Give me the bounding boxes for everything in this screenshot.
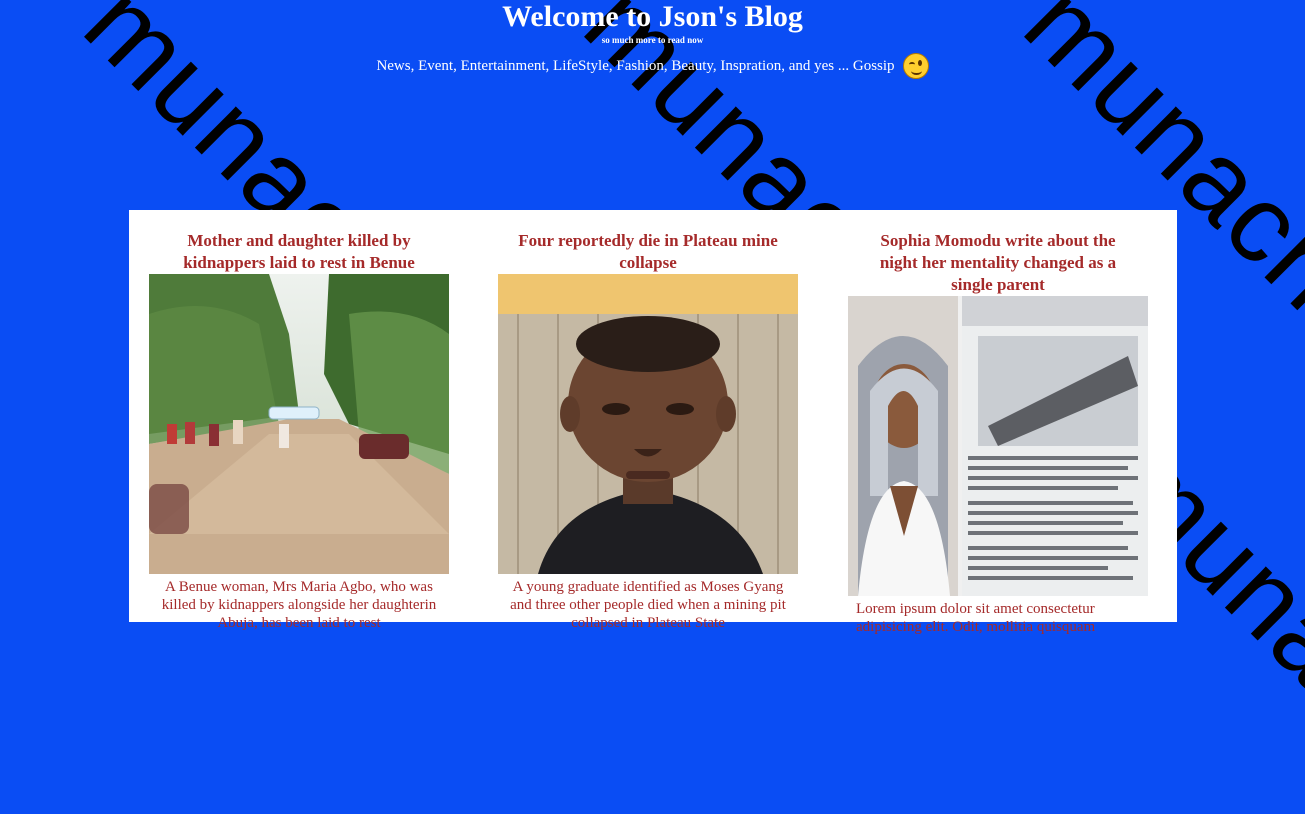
post-image-road[interactable]: [149, 274, 449, 574]
winking-face-icon: [902, 53, 929, 79]
post-title[interactable]: Mother and daughter killed by kidnappers…: [164, 230, 434, 274]
post-title[interactable]: Four reportedly die in Plateau mine coll…: [518, 230, 778, 274]
post-image-collage[interactable]: [848, 296, 1148, 596]
post-title[interactable]: Sophia Momodu write about the night her …: [863, 230, 1133, 296]
post-card[interactable]: Four reportedly die in Plateau mine coll…: [498, 230, 798, 632]
categories-text: News, Event, Entertainment, LifeStyle, F…: [376, 58, 895, 74]
posts-container: Mother and daughter killed by kidnappers…: [129, 210, 1177, 635]
post-image-portrait[interactable]: [498, 274, 798, 574]
post-excerpt: Lorem ipsum dolor sit amet consectetur a…: [856, 601, 1096, 635]
post-excerpt: A young graduate identified as Moses Gya…: [510, 579, 786, 631]
site-header: Welcome to Json's Blog so much more to r…: [0, 0, 1305, 79]
tagline: so much more to read now: [601, 35, 704, 45]
post-card[interactable]: Mother and daughter killed by kidnappers…: [149, 230, 449, 632]
post-card[interactable]: Sophia Momodu write about the night her …: [848, 230, 1148, 636]
site-title: Welcome to Json's Blog: [502, 0, 803, 33]
category-list: News, Event, Entertainment, LifeStyle, F…: [0, 53, 1305, 79]
post-excerpt: A Benue woman, Mrs Maria Agbo, who was k…: [161, 579, 437, 631]
